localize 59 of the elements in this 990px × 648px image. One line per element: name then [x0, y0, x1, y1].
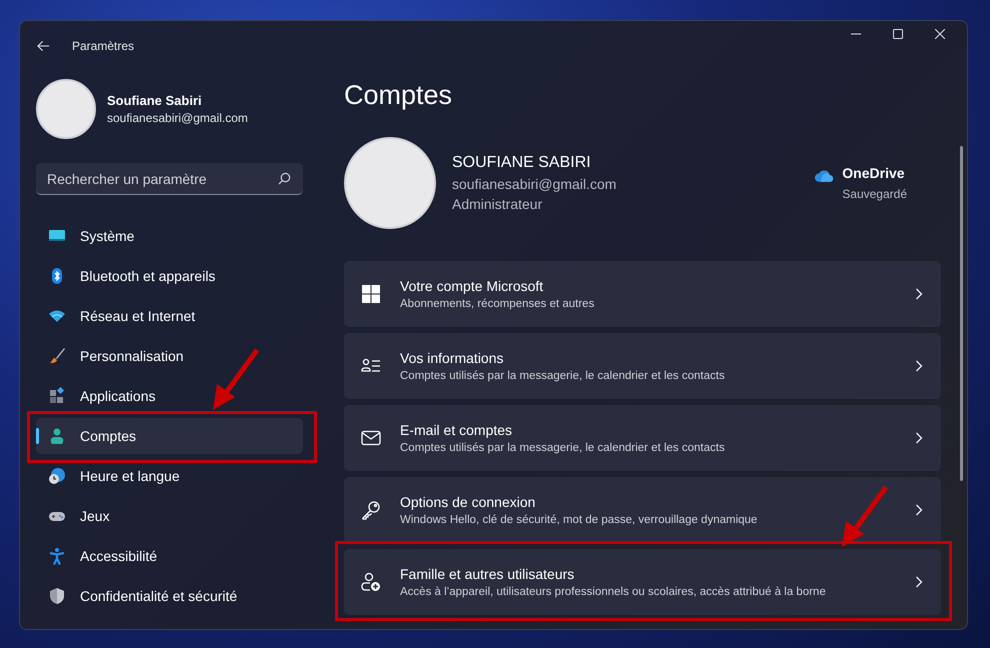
- person-add-icon: [361, 572, 381, 592]
- shield-icon: [48, 587, 66, 605]
- nav-item[interactable]: Réseau et Internet: [36, 298, 303, 334]
- profile-email: soufianesabiri@gmail.com: [107, 111, 248, 125]
- profile-name: Soufiane Sabiri: [107, 93, 203, 108]
- nav-item[interactable]: Confidentialité et sécurité: [36, 578, 303, 614]
- envelope-icon: [361, 428, 381, 448]
- scrollbar[interactable]: [960, 146, 963, 481]
- chevron-right-icon: [915, 288, 923, 300]
- person-icon: [48, 427, 66, 445]
- search-icon: [278, 172, 291, 185]
- card-subtitle: Comptes utilisés par la messagerie, le calendrier et les contacts: [400, 370, 726, 382]
- chevron-right-icon: [915, 504, 923, 516]
- chevron-right-icon: [915, 360, 923, 372]
- nav-item[interactable]: Système: [36, 218, 303, 254]
- onedrive-title: OneDrive: [842, 165, 906, 181]
- apps-icon: [48, 387, 66, 405]
- settings-card[interactable]: Options de connexion Windows Hello, clé de sécurité, mot de passe, verrouillage dynamique: [344, 477, 941, 543]
- account-email: soufianesabiri@gmail.com: [452, 176, 618, 192]
- globe-clock-icon: [48, 467, 66, 485]
- nav-item[interactable]: Jeux: [36, 498, 303, 534]
- card-subtitle: Windows Hello, clé de sécurité, mot de passe, verrouillage dynamique: [400, 514, 758, 526]
- cloud-icon: [814, 169, 834, 183]
- windows-logo-icon: [361, 284, 381, 304]
- window-title: Paramètres: [72, 39, 134, 53]
- settings-card[interactable]: Votre compte Microsoft Abonnements, récompenses et autres: [344, 261, 941, 327]
- back-arrow-icon[interactable]: [37, 40, 50, 52]
- settings-card[interactable]: Vos informations Comptes utilisés par la messagerie, le calendrier et les contacts: [344, 333, 941, 399]
- card-subtitle: Comptes utilisés par la messagerie, le calendrier et les contacts: [400, 442, 726, 454]
- settings-card[interactable]: E-mail et comptes Comptes utilisés par la messagerie, le calendrier et les contacts: [344, 405, 941, 471]
- nav-item[interactable]: Comptes: [36, 418, 303, 454]
- card-title: Votre compte Microsoft: [400, 278, 544, 294]
- selection-indicator: [36, 428, 39, 444]
- card-subtitle: Abonnements, récompenses et autres: [400, 298, 596, 310]
- nav-item[interactable]: Accessibilité: [36, 538, 303, 574]
- card-title: E-mail et comptes: [400, 422, 514, 438]
- key-icon: [361, 500, 381, 520]
- nav-item[interactable]: Bluetooth et appareils: [36, 258, 303, 294]
- nav-item[interactable]: Personnalisation: [36, 338, 303, 374]
- card-title: Vos informations: [400, 350, 504, 366]
- accessibility-icon: [48, 547, 66, 565]
- settings-card[interactable]: Famille et autres utilisateurs Accès à l’appareil, utilisateurs professionnels ou scolaires, accès attribué à la borne: [344, 549, 941, 615]
- search-field[interactable]: Rechercher un paramètre: [36, 163, 303, 195]
- card-title: Options de connexion: [400, 494, 536, 510]
- annotation-arrow: [211, 348, 261, 412]
- maximize-icon[interactable]: [893, 29, 903, 39]
- account-role: Administrateur: [452, 196, 544, 212]
- nav-item[interactable]: Heure et langue: [36, 458, 303, 494]
- paintbrush-icon: [48, 347, 66, 365]
- account-name: SOUFIANE SABIRI: [452, 154, 592, 172]
- close-icon[interactable]: [935, 29, 945, 39]
- page-title: Comptes: [344, 80, 454, 111]
- onedrive-status: Sauvegardé: [842, 187, 907, 201]
- chevron-right-icon: [915, 432, 923, 444]
- card-subtitle: Accès à l’appareil, utilisateurs professionnels ou scolaires, accès attribué à la borne: [400, 586, 827, 598]
- card-title: Famille et autres utilisateurs: [400, 566, 576, 582]
- annotation-arrow: [840, 485, 890, 549]
- chevron-right-icon: [915, 576, 923, 588]
- nav-item[interactable]: Applications: [36, 378, 303, 414]
